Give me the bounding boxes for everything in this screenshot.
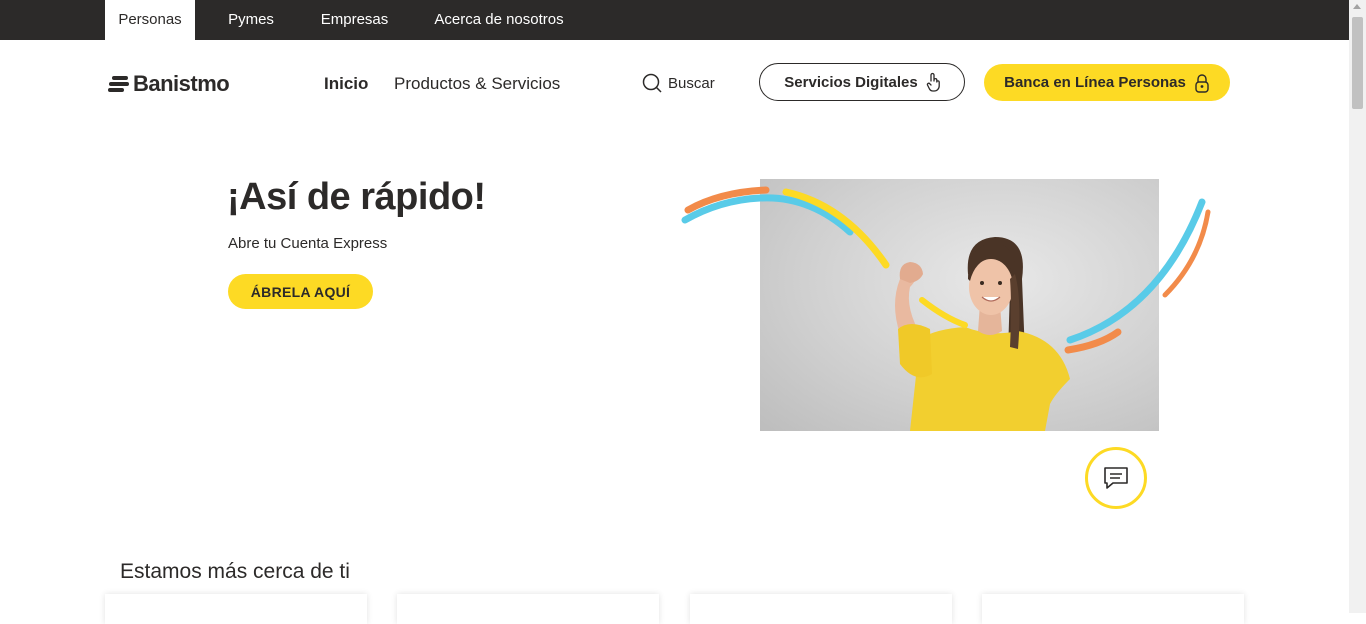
lock-icon	[1195, 73, 1209, 93]
section-title: Estamos más cerca de ti	[120, 560, 350, 583]
segment-nav: Personas Pymes Empresas Acerca de nosotr…	[0, 0, 1349, 40]
banca-en-linea-button[interactable]: Banca en Línea Personas	[984, 64, 1230, 101]
logo[interactable]: Banistmo	[108, 70, 230, 98]
tab-acerca[interactable]: Acerca de nosotros	[422, 0, 576, 40]
servicios-digitales-label: Servicios Digitales	[784, 73, 918, 91]
logo-text: Banistmo	[133, 71, 230, 96]
scroll-up-icon[interactable]	[1353, 4, 1361, 9]
tab-personas[interactable]: Personas	[105, 0, 195, 40]
logo-mark-icon	[108, 73, 130, 95]
tab-pymes[interactable]: Pymes	[216, 0, 286, 40]
touch-icon	[926, 72, 940, 92]
banca-en-linea-label: Banca en Línea Personas	[1004, 74, 1186, 91]
info-card[interactable]	[982, 594, 1244, 624]
scrollbar[interactable]	[1349, 0, 1366, 613]
servicios-digitales-button[interactable]: Servicios Digitales	[759, 63, 965, 101]
woman-illustration	[895, 237, 1070, 431]
tab-empresas[interactable]: Empresas	[310, 0, 399, 40]
hero-subtitle: Abre tu Cuenta Express	[228, 235, 388, 252]
hero-title: ¡Así de rápido!	[227, 176, 486, 218]
search-button[interactable]: Buscar	[642, 72, 715, 94]
abrela-aqui-button[interactable]: ÁBRELA AQUÍ	[228, 274, 373, 309]
nav-inicio[interactable]: Inicio	[324, 74, 368, 94]
chat-icon	[1104, 467, 1128, 489]
search-label: Buscar	[668, 74, 715, 92]
scrollbar-thumb[interactable]	[1352, 17, 1363, 109]
search-icon	[642, 73, 662, 93]
info-card[interactable]	[690, 594, 952, 624]
hero-photo	[760, 179, 1159, 431]
nav-productos-servicios[interactable]: Productos & Servicios	[394, 74, 560, 94]
chat-button[interactable]	[1085, 447, 1147, 509]
info-card[interactable]	[105, 594, 367, 624]
info-card[interactable]	[397, 594, 659, 624]
